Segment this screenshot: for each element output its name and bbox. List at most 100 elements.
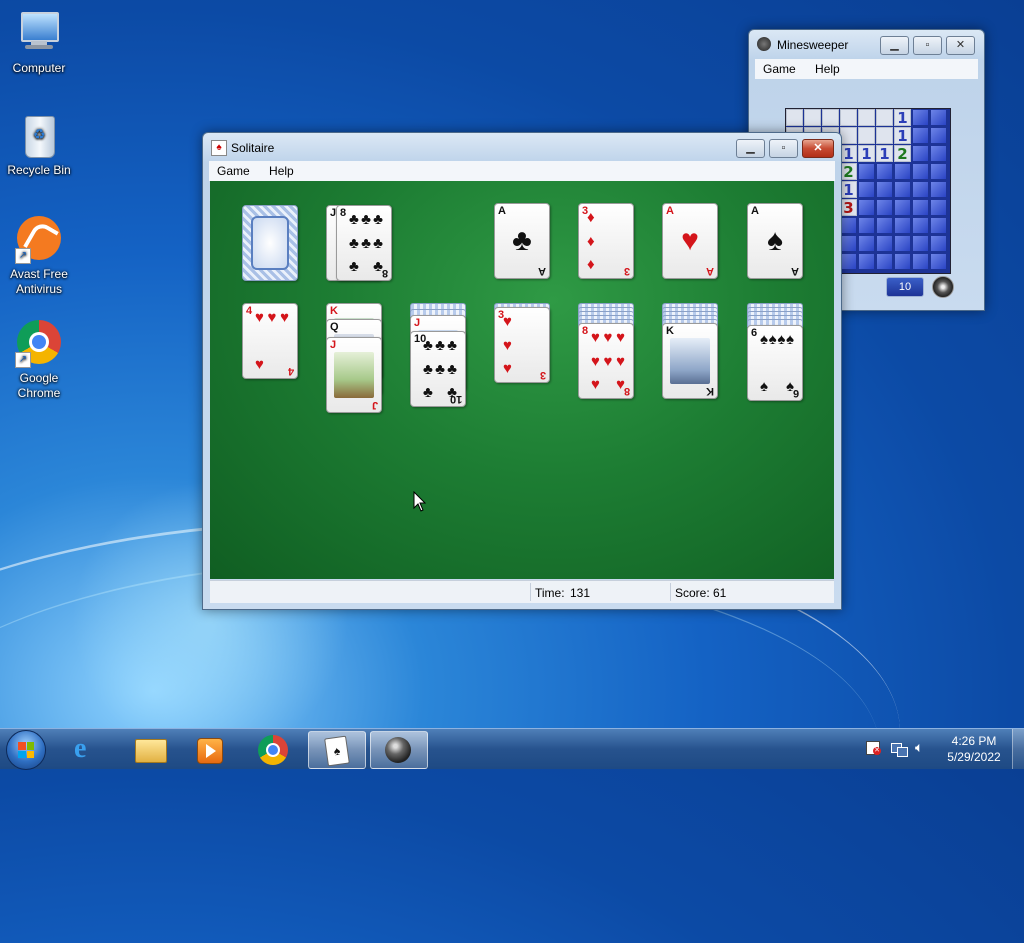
mine-icon bbox=[932, 276, 954, 298]
score-label: Score: bbox=[675, 586, 710, 600]
folder-icon bbox=[135, 739, 167, 763]
desktop-icon-chrome[interactable]: ↗ Google Chrome bbox=[1, 320, 77, 401]
mine-number: 1 bbox=[840, 145, 857, 163]
tableau-pile-6[interactable]: K K bbox=[662, 303, 718, 403]
internet-explorer-icon: e bbox=[74, 733, 87, 764]
menu-game[interactable]: Game bbox=[755, 59, 804, 76]
windows-logo-icon bbox=[18, 742, 34, 758]
menu-bar: Game Help bbox=[209, 161, 835, 181]
minimize-button[interactable]: ▁ bbox=[736, 139, 765, 158]
mine-number: 2 bbox=[894, 145, 911, 163]
foundation-1[interactable]: A ♣ A bbox=[494, 203, 550, 279]
computer-icon bbox=[15, 10, 63, 58]
tableau-top-card[interactable]: 8 ♥ ♥ ♥ ♥ ♥ ♥ ♥ ♥ 8 bbox=[578, 323, 634, 399]
taskbar-chrome[interactable] bbox=[245, 731, 301, 767]
solitaire-titlebar[interactable]: ♠ Solitaire ▁ ▫ ✕ bbox=[203, 133, 841, 161]
avast-icon: ↗ bbox=[15, 216, 63, 264]
tableau-pile-1[interactable]: 4 ♥ ♥ ♥ ♥ 4 bbox=[242, 303, 298, 379]
action-center-icon[interactable]: ✕ bbox=[866, 741, 881, 755]
taskbar-internet-explorer[interactable]: e bbox=[62, 731, 118, 767]
clock-time: 4:26 PM bbox=[951, 734, 997, 748]
close-button[interactable]: ✕ bbox=[802, 139, 834, 158]
menu-game[interactable]: Game bbox=[209, 161, 258, 178]
card-table[interactable]: J 8 ♣ ♣ ♣ ♣ ♣ ♣ ♣ ♣ 8 A ♣ A 3 ♦ ♦ ♦ 3 A ♥ A bbox=[210, 181, 834, 579]
diamonds-suit-icon: ♦ ♦ ♦ bbox=[587, 209, 595, 273]
mine-number: 1 bbox=[894, 109, 911, 127]
minimize-button[interactable]: ▁ bbox=[880, 36, 909, 55]
close-button[interactable]: ✕ bbox=[946, 36, 975, 55]
desktop-icon-avast[interactable]: ↗ Avast Free Antivirus bbox=[1, 216, 77, 297]
tableau-pile-7[interactable]: 6 ♠ ♠ ♠ ♠ ♠ ♠ 6 bbox=[747, 303, 803, 405]
desktop-icon-label: Recycle Bin bbox=[7, 163, 71, 177]
clubs-suit-icon: ♣ ♣ ♣ ♣ ♣ ♣ ♣ ♣ bbox=[349, 211, 383, 275]
window-title: Minesweeper bbox=[777, 38, 849, 52]
waste-pile[interactable]: 8 ♣ ♣ ♣ ♣ ♣ ♣ ♣ ♣ 8 bbox=[336, 205, 392, 281]
media-player-icon bbox=[197, 738, 223, 764]
maximize-button[interactable]: ▫ bbox=[769, 139, 798, 158]
minesweeper-titlebar[interactable]: Minesweeper ▁ ▫ ✕ bbox=[749, 30, 984, 58]
tableau-top-card[interactable]: 3 ♥ ♥ ♥ 3 bbox=[494, 307, 550, 383]
volume-icon[interactable]: 🔈︎ bbox=[915, 739, 923, 756]
foundation-4[interactable]: A ♠ A bbox=[747, 203, 803, 279]
mine-number: 1 bbox=[894, 127, 911, 145]
show-desktop-button[interactable] bbox=[1012, 729, 1024, 769]
desktop-icon-recycle-bin[interactable]: ♻ Recycle Bin bbox=[1, 112, 77, 178]
tableau-top-card[interactable]: K K bbox=[662, 323, 718, 399]
menu-bar: Game Help bbox=[755, 59, 978, 79]
tableau-pile-4[interactable]: 3 ♥ ♥ ♥ 3 bbox=[494, 303, 550, 385]
tableau-top-card[interactable]: 6 ♠ ♠ ♠ ♠ ♠ ♠ 6 bbox=[747, 325, 803, 401]
clubs-suit-icon: ♣ ♣ ♣ ♣ ♣ ♣ ♣ ♣ bbox=[423, 337, 457, 401]
tableau-pile-5[interactable]: 8 ♥ ♥ ♥ ♥ ♥ ♥ ♥ ♥ 8 bbox=[578, 303, 634, 403]
spades-suit-icon: ♠ ♠ ♠ ♠ ♠ ♠ bbox=[760, 331, 794, 395]
card-rank: 8 bbox=[582, 325, 589, 337]
menu-help[interactable]: Help bbox=[261, 161, 302, 178]
taskbar-media-player[interactable] bbox=[182, 731, 238, 767]
mine-icon bbox=[757, 37, 771, 51]
spades-suit-icon: ♠ bbox=[767, 224, 783, 257]
card-rank: A bbox=[751, 205, 759, 217]
taskbar-windows-explorer[interactable] bbox=[122, 731, 178, 767]
foundation-3[interactable]: A ♥ A bbox=[662, 203, 718, 279]
card-rank: K bbox=[666, 325, 674, 337]
hearts-suit-icon: ♥ ♥ ♥ ♥ ♥ ♥ ♥ ♥ bbox=[591, 329, 625, 393]
taskbar-solitaire[interactable]: ♠ bbox=[308, 731, 366, 769]
mine-number: 2 bbox=[840, 163, 857, 181]
stock-pile[interactable] bbox=[242, 205, 298, 281]
time-label: Time: bbox=[535, 586, 565, 600]
tableau-top-card[interactable]: 10 ♣ ♣ ♣ ♣ ♣ ♣ ♣ ♣ 10 bbox=[410, 331, 466, 407]
menu-help[interactable]: Help bbox=[807, 59, 848, 76]
hearts-suit-icon: ♥ ♥ ♥ bbox=[503, 313, 512, 377]
desktop-icon-label: Google Chrome bbox=[17, 371, 61, 400]
card-rank: A bbox=[498, 205, 506, 217]
maximize-button[interactable]: ▫ bbox=[913, 36, 942, 55]
tableau-pile-3[interactable]: J 10 ♣ ♣ ♣ ♣ ♣ ♣ ♣ ♣ 10 bbox=[410, 303, 466, 407]
tableau-pile-2[interactable]: K Q J J bbox=[326, 303, 382, 415]
taskbar: e ♠ ✕ 🔈︎ 4:26 PM 5/29/2022 bbox=[0, 728, 1024, 770]
recycle-bin-icon: ♻ bbox=[15, 112, 63, 160]
card-rank: 8 bbox=[340, 207, 347, 219]
cards-icon: ♠ bbox=[211, 140, 227, 156]
mine-number: 1 bbox=[876, 145, 893, 163]
desktop-icon-computer[interactable]: Computer bbox=[1, 10, 77, 76]
window-title: Solitaire bbox=[231, 141, 275, 155]
foundation-2[interactable]: 3 ♦ ♦ ♦ 3 bbox=[578, 203, 634, 279]
network-icon[interactable] bbox=[891, 741, 908, 757]
mine-number: 1 bbox=[858, 145, 875, 163]
mine-counter: 10 bbox=[886, 277, 924, 297]
desktop-icon-label: Computer bbox=[12, 61, 66, 75]
score-value: 61 bbox=[713, 586, 727, 600]
clubs-suit-icon: ♣ bbox=[512, 224, 532, 257]
clock[interactable]: 4:26 PM 5/29/2022 bbox=[940, 733, 1008, 765]
mine-number: 3 bbox=[840, 199, 857, 217]
status-bar: Time: 131 Score: 61 bbox=[210, 580, 834, 603]
start-button[interactable] bbox=[6, 730, 46, 770]
taskbar-minesweeper[interactable] bbox=[370, 731, 428, 769]
solitaire-window[interactable]: ♠ Solitaire ▁ ▫ ✕ Game Help J 8 ♣ ♣ ♣ ♣ ♣ ♣ ♣ ♣… bbox=[202, 132, 842, 610]
card-rank: 6 bbox=[751, 327, 758, 339]
cards-icon: ♠ bbox=[324, 735, 350, 767]
card-rank: A bbox=[666, 205, 674, 217]
desktop-icon-label: Avast Free Antivirus bbox=[10, 267, 68, 296]
mine-number: 1 bbox=[840, 181, 857, 199]
card-rank: 4 bbox=[246, 305, 253, 317]
chrome-icon bbox=[258, 735, 288, 765]
